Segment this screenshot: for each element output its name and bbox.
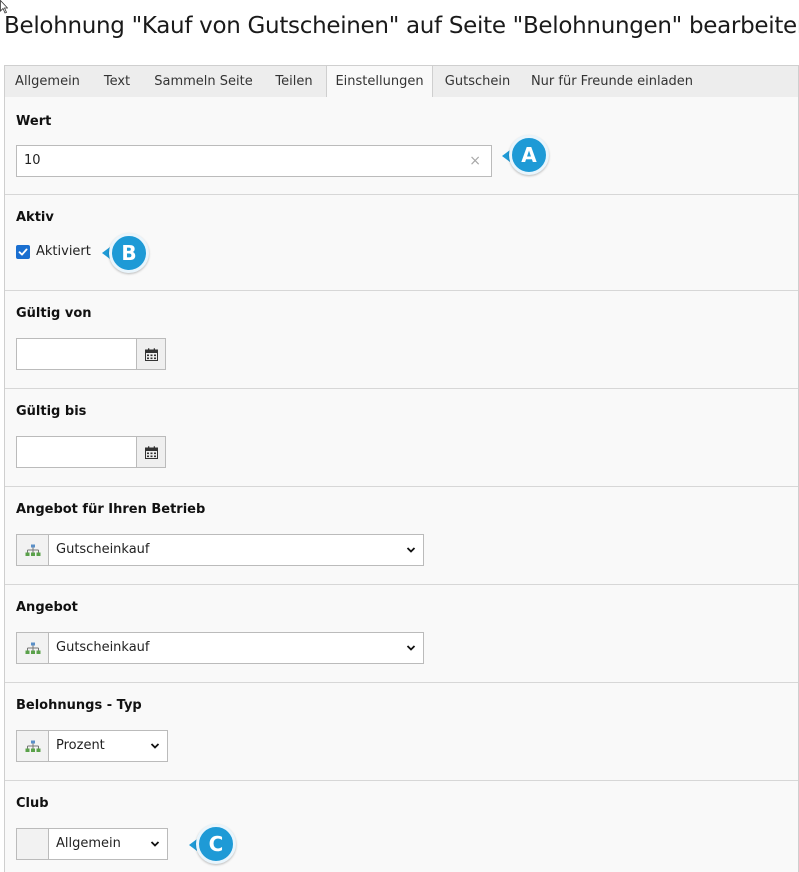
chevron-down-icon bbox=[150, 743, 160, 749]
gueltig-bis-calendar-button[interactable] bbox=[136, 436, 166, 468]
section-gueltig-von: Gültig von bbox=[5, 291, 798, 389]
gueltig-von-calendar-button[interactable] bbox=[136, 338, 166, 370]
tree-icon bbox=[25, 740, 40, 752]
wert-label: Wert bbox=[16, 114, 52, 129]
clear-icon[interactable]: × bbox=[469, 146, 481, 176]
tab-nur-fuer-freunde-einladen[interactable]: Nur für Freunde einladen bbox=[522, 65, 702, 98]
angebot-value: Gutscheinkauf bbox=[56, 640, 150, 655]
calendar-icon bbox=[144, 445, 158, 459]
tree-icon bbox=[25, 544, 40, 556]
club-select[interactable]: Allgemein bbox=[16, 828, 168, 860]
page-title: Belohnung "Kauf von Gutscheinen" auf Sei… bbox=[4, 13, 799, 39]
wert-value: 10 bbox=[24, 153, 41, 168]
tab-einstellungen[interactable]: Einstellungen bbox=[326, 65, 433, 99]
empty-addon bbox=[17, 829, 49, 859]
tab-allgemein[interactable]: Allgemein bbox=[5, 65, 90, 98]
gueltig-bis-input[interactable] bbox=[16, 436, 137, 468]
callout-badge-c: C bbox=[196, 824, 236, 864]
angebot-label: Angebot bbox=[16, 600, 78, 615]
aktiviert-checkbox-label: Aktiviert bbox=[36, 244, 91, 259]
section-angebot: Angebot Gutscheinkauf bbox=[5, 585, 798, 683]
club-value: Allgemein bbox=[56, 836, 121, 851]
section-wert: Wert 10 × bbox=[5, 97, 798, 195]
tree-icon-addon bbox=[17, 731, 49, 761]
mouse-cursor-icon bbox=[0, 0, 8, 14]
section-belohnungs-typ: Belohnungs - Typ Prozent bbox=[5, 683, 798, 781]
belohnungs-typ-select[interactable]: Prozent bbox=[16, 730, 168, 762]
chevron-down-icon bbox=[406, 547, 416, 553]
gueltig-bis-label: Gültig bis bbox=[16, 404, 87, 419]
angebot-betrieb-select[interactable]: Gutscheinkauf bbox=[16, 534, 424, 566]
chevron-down-icon bbox=[150, 841, 160, 847]
settings-panel: Wert 10 × Aktiv Aktiviert Gültig von Gül… bbox=[4, 97, 799, 872]
tab-bar: Allgemein Text Sammeln Seite Teilen Eins… bbox=[4, 65, 799, 99]
section-club: Club Allgemein bbox=[5, 781, 798, 872]
tree-icon-addon bbox=[17, 633, 49, 663]
wert-input[interactable]: 10 × bbox=[16, 145, 492, 177]
aktiviert-checkbox[interactable] bbox=[16, 244, 30, 259]
section-angebot-betrieb: Angebot für Ihren Betrieb Gutscheinkauf bbox=[5, 487, 798, 585]
gueltig-bis-date-picker bbox=[16, 436, 166, 468]
tree-icon-addon bbox=[17, 535, 49, 565]
angebot-select[interactable]: Gutscheinkauf bbox=[16, 632, 424, 664]
chevron-down-icon bbox=[406, 645, 416, 651]
section-gueltig-bis: Gültig bis bbox=[5, 389, 798, 487]
gueltig-von-input[interactable] bbox=[16, 338, 137, 370]
angebot-betrieb-label: Angebot für Ihren Betrieb bbox=[16, 502, 206, 517]
tab-teilen[interactable]: Teilen bbox=[263, 65, 325, 98]
tab-gutschein[interactable]: Gutschein bbox=[433, 65, 522, 98]
check-icon bbox=[18, 248, 28, 255]
callout-badge-b: B bbox=[109, 233, 149, 273]
club-label: Club bbox=[16, 796, 49, 811]
angebot-betrieb-value: Gutscheinkauf bbox=[56, 542, 150, 557]
tab-text[interactable]: Text bbox=[90, 65, 144, 98]
calendar-icon bbox=[144, 347, 158, 361]
tree-icon bbox=[25, 642, 40, 654]
aktiv-label: Aktiv bbox=[16, 210, 54, 225]
tab-sammeln-seite[interactable]: Sammeln Seite bbox=[144, 65, 263, 98]
callout-badge-a: A bbox=[509, 135, 549, 175]
gueltig-von-date-picker bbox=[16, 338, 166, 370]
aktiviert-checkbox-row[interactable]: Aktiviert bbox=[16, 244, 91, 259]
gueltig-von-label: Gültig von bbox=[16, 306, 92, 321]
belohnungs-typ-value: Prozent bbox=[56, 738, 105, 753]
belohnungs-typ-label: Belohnungs - Typ bbox=[16, 698, 142, 713]
